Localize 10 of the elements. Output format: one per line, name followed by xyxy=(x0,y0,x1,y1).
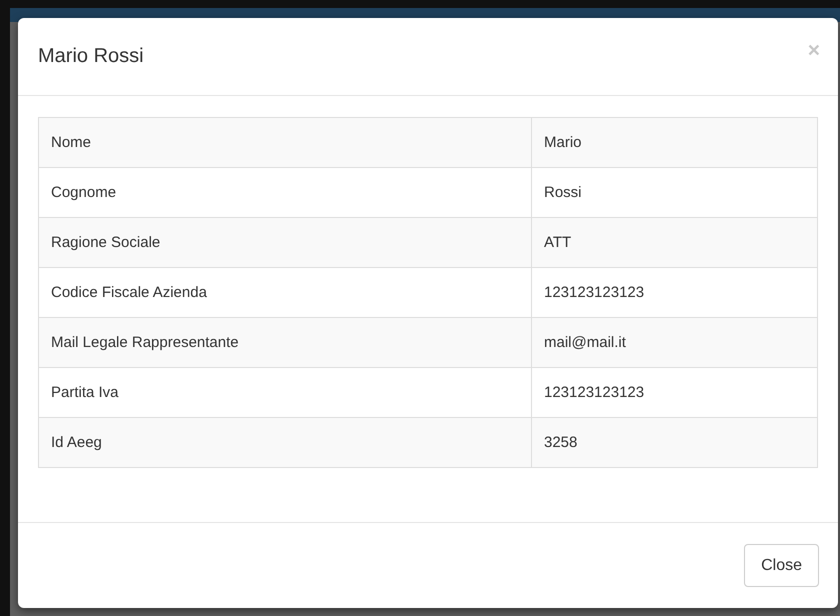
table-cell: Mario xyxy=(532,118,818,168)
table-cell: 3258 xyxy=(532,418,818,468)
table-cell: Id Aeeg xyxy=(38,418,532,468)
close-button[interactable]: Close xyxy=(744,544,819,587)
table-cell: ATT xyxy=(532,218,818,268)
table-cell: Mail Legale Rappresentante xyxy=(38,318,532,368)
table-cell: mail@mail.it xyxy=(532,318,818,368)
modal-title: Mario Rossi xyxy=(38,45,144,68)
table-cell: Ragione Sociale xyxy=(38,218,532,268)
table-cell: Nome xyxy=(38,118,532,168)
